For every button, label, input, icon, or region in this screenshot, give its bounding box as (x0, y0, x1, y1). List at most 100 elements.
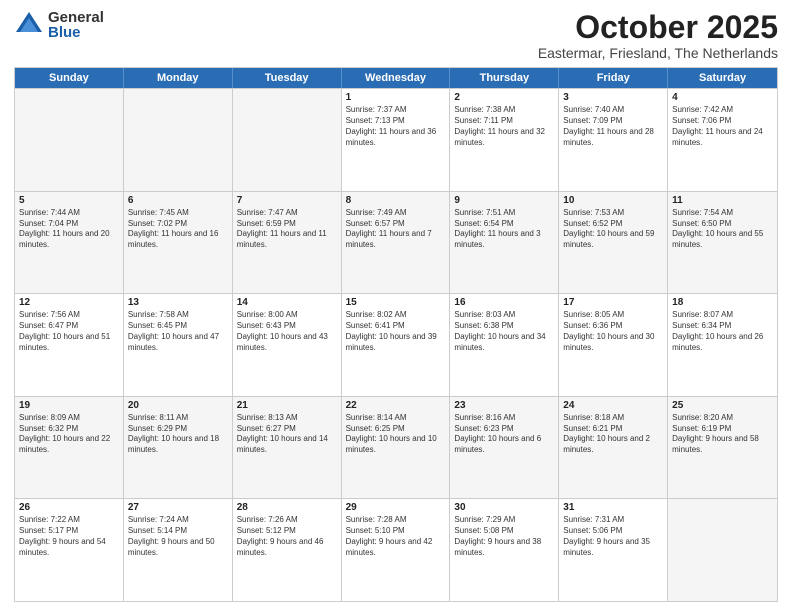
day-info: Sunrise: 8:11 AM Sunset: 6:29 PM Dayligh… (128, 413, 228, 456)
day-cell-21: 21 Sunrise: 8:13 AM Sunset: 6:27 PM Dayli… (233, 397, 342, 499)
day-info: Sunrise: 8:00 AM Sunset: 6:43 PM Dayligh… (237, 310, 337, 353)
calendar-body: 1Sunrise: 7:37 AM Sunset: 7:13 PM Daylig… (15, 88, 777, 601)
day-cell-24: 24Sunrise: 8:18 AM Sunset: 6:21 PM Dayli… (559, 397, 668, 499)
day-info: Sunrise: 8:14 AM Sunset: 6:25 PM Dayligh… (346, 413, 446, 456)
day-info: Sunrise: 7:45 AM Sunset: 7:02 PM Dayligh… (128, 208, 228, 251)
day-cell-25: 25 Sunrise: 8:20 AM Sunset: 6:19 PM Dayli… (668, 397, 777, 499)
day-number: 6 (128, 195, 228, 206)
logo-icon (14, 10, 44, 40)
empty-cell (668, 499, 777, 601)
day-info: Sunrise: 8:03 AM Sunset: 6:38 PM Dayligh… (454, 310, 554, 353)
logo-general: General (48, 10, 104, 25)
page: General Blue October 2025 Eastermar, Fri… (0, 0, 792, 612)
day-number: 26 (19, 502, 119, 513)
day-info: Sunrise: 7:42 AM Sunset: 7:06 PM Dayligh… (672, 105, 773, 148)
header: General Blue October 2025 Eastermar, Fri… (14, 10, 778, 61)
title-block: October 2025 Eastermar, Friesland, The N… (538, 10, 778, 61)
day-number: 13 (128, 297, 228, 308)
logo-blue: Blue (48, 25, 104, 40)
day-cell-5: 5 Sunrise: 7:44 AM Sunset: 7:04 PM Daylig… (15, 192, 124, 294)
day-info: Sunrise: 7:24 AM Sunset: 5:14 PM Dayligh… (128, 515, 228, 558)
day-cell-23: 23Sunrise: 8:16 AM Sunset: 6:23 PM Dayli… (450, 397, 559, 499)
day-header-wednesday: Wednesday (342, 68, 451, 88)
day-cell-14: 14 Sunrise: 8:00 AM Sunset: 6:43 PM Dayli… (233, 294, 342, 396)
day-info: Sunrise: 8:05 AM Sunset: 6:36 PM Dayligh… (563, 310, 663, 353)
day-info: Sunrise: 7:49 AM Sunset: 6:57 PM Dayligh… (346, 208, 446, 251)
day-header-monday: Monday (124, 68, 233, 88)
day-cell-22: 22 Sunrise: 8:14 AM Sunset: 6:25 PM Dayli… (342, 397, 451, 499)
day-number: 11 (672, 195, 773, 206)
day-cell-10: 10Sunrise: 7:53 AM Sunset: 6:52 PM Dayli… (559, 192, 668, 294)
day-number: 8 (346, 195, 446, 206)
day-header-tuesday: Tuesday (233, 68, 342, 88)
day-cell-17: 17 Sunrise: 8:05 AM Sunset: 6:36 PM Dayli… (559, 294, 668, 396)
day-cell-30: 30Sunrise: 7:29 AM Sunset: 5:08 PM Dayli… (450, 499, 559, 601)
day-cell-12: 12 Sunrise: 7:56 AM Sunset: 6:47 PM Dayli… (15, 294, 124, 396)
day-cell-3: 3 Sunrise: 7:40 AM Sunset: 7:09 PM Daylig… (559, 89, 668, 191)
day-number: 10 (563, 195, 663, 206)
day-cell-18: 18Sunrise: 8:07 AM Sunset: 6:34 PM Dayli… (668, 294, 777, 396)
day-info: Sunrise: 7:47 AM Sunset: 6:59 PM Dayligh… (237, 208, 337, 251)
day-info: Sunrise: 8:18 AM Sunset: 6:21 PM Dayligh… (563, 413, 663, 456)
day-number: 12 (19, 297, 119, 308)
day-info: Sunrise: 7:40 AM Sunset: 7:09 PM Dayligh… (563, 105, 663, 148)
day-header-sunday: Sunday (15, 68, 124, 88)
day-info: Sunrise: 7:28 AM Sunset: 5:10 PM Dayligh… (346, 515, 446, 558)
day-info: Sunrise: 7:44 AM Sunset: 7:04 PM Dayligh… (19, 208, 119, 251)
day-number: 7 (237, 195, 337, 206)
month-title: October 2025 (538, 10, 778, 45)
day-cell-7: 7 Sunrise: 7:47 AM Sunset: 6:59 PM Daylig… (233, 192, 342, 294)
day-info: Sunrise: 7:26 AM Sunset: 5:12 PM Dayligh… (237, 515, 337, 558)
day-info: Sunrise: 8:20 AM Sunset: 6:19 PM Dayligh… (672, 413, 773, 456)
day-info: Sunrise: 7:37 AM Sunset: 7:13 PM Dayligh… (346, 105, 446, 148)
day-number: 29 (346, 502, 446, 513)
logo-text: General Blue (48, 10, 104, 40)
day-cell-15: 15Sunrise: 8:02 AM Sunset: 6:41 PM Dayli… (342, 294, 451, 396)
day-cell-28: 28 Sunrise: 7:26 AM Sunset: 5:12 PM Dayli… (233, 499, 342, 601)
day-cell-9: 9 Sunrise: 7:51 AM Sunset: 6:54 PM Daylig… (450, 192, 559, 294)
day-number: 21 (237, 400, 337, 411)
day-info: Sunrise: 7:56 AM Sunset: 6:47 PM Dayligh… (19, 310, 119, 353)
day-number: 17 (563, 297, 663, 308)
day-number: 9 (454, 195, 554, 206)
day-cell-16: 16 Sunrise: 8:03 AM Sunset: 6:38 PM Dayli… (450, 294, 559, 396)
day-number: 5 (19, 195, 119, 206)
empty-cell (233, 89, 342, 191)
calendar: SundayMondayTuesdayWednesdayThursdayFrid… (14, 67, 778, 602)
day-number: 25 (672, 400, 773, 411)
day-cell-27: 27Sunrise: 7:24 AM Sunset: 5:14 PM Dayli… (124, 499, 233, 601)
calendar-row-5: 26Sunrise: 7:22 AM Sunset: 5:17 PM Dayli… (15, 498, 777, 601)
day-info: Sunrise: 8:07 AM Sunset: 6:34 PM Dayligh… (672, 310, 773, 353)
day-info: Sunrise: 7:58 AM Sunset: 6:45 PM Dayligh… (128, 310, 228, 353)
day-number: 3 (563, 92, 663, 103)
day-number: 31 (563, 502, 663, 513)
empty-cell (124, 89, 233, 191)
location: Eastermar, Friesland, The Netherlands (538, 45, 778, 61)
day-number: 20 (128, 400, 228, 411)
day-number: 2 (454, 92, 554, 103)
day-info: Sunrise: 8:13 AM Sunset: 6:27 PM Dayligh… (237, 413, 337, 456)
day-cell-2: 2Sunrise: 7:38 AM Sunset: 7:11 PM Daylig… (450, 89, 559, 191)
day-header-thursday: Thursday (450, 68, 559, 88)
day-number: 16 (454, 297, 554, 308)
day-cell-6: 6 Sunrise: 7:45 AM Sunset: 7:02 PM Daylig… (124, 192, 233, 294)
calendar-row-3: 12 Sunrise: 7:56 AM Sunset: 6:47 PM Dayli… (15, 293, 777, 396)
day-cell-13: 13 Sunrise: 7:58 AM Sunset: 6:45 PM Dayli… (124, 294, 233, 396)
calendar-row-4: 19 Sunrise: 8:09 AM Sunset: 6:32 PM Dayli… (15, 396, 777, 499)
day-cell-31: 31Sunrise: 7:31 AM Sunset: 5:06 PM Dayli… (559, 499, 668, 601)
day-cell-11: 11Sunrise: 7:54 AM Sunset: 6:50 PM Dayli… (668, 192, 777, 294)
day-number: 28 (237, 502, 337, 513)
day-info: Sunrise: 7:29 AM Sunset: 5:08 PM Dayligh… (454, 515, 554, 558)
day-cell-1: 1Sunrise: 7:37 AM Sunset: 7:13 PM Daylig… (342, 89, 451, 191)
day-number: 14 (237, 297, 337, 308)
day-header-saturday: Saturday (668, 68, 777, 88)
day-number: 19 (19, 400, 119, 411)
day-number: 22 (346, 400, 446, 411)
logo: General Blue (14, 10, 104, 40)
day-number: 4 (672, 92, 773, 103)
calendar-row-2: 5 Sunrise: 7:44 AM Sunset: 7:04 PM Daylig… (15, 191, 777, 294)
day-info: Sunrise: 7:51 AM Sunset: 6:54 PM Dayligh… (454, 208, 554, 251)
day-number: 23 (454, 400, 554, 411)
day-info: Sunrise: 8:02 AM Sunset: 6:41 PM Dayligh… (346, 310, 446, 353)
day-info: Sunrise: 8:09 AM Sunset: 6:32 PM Dayligh… (19, 413, 119, 456)
